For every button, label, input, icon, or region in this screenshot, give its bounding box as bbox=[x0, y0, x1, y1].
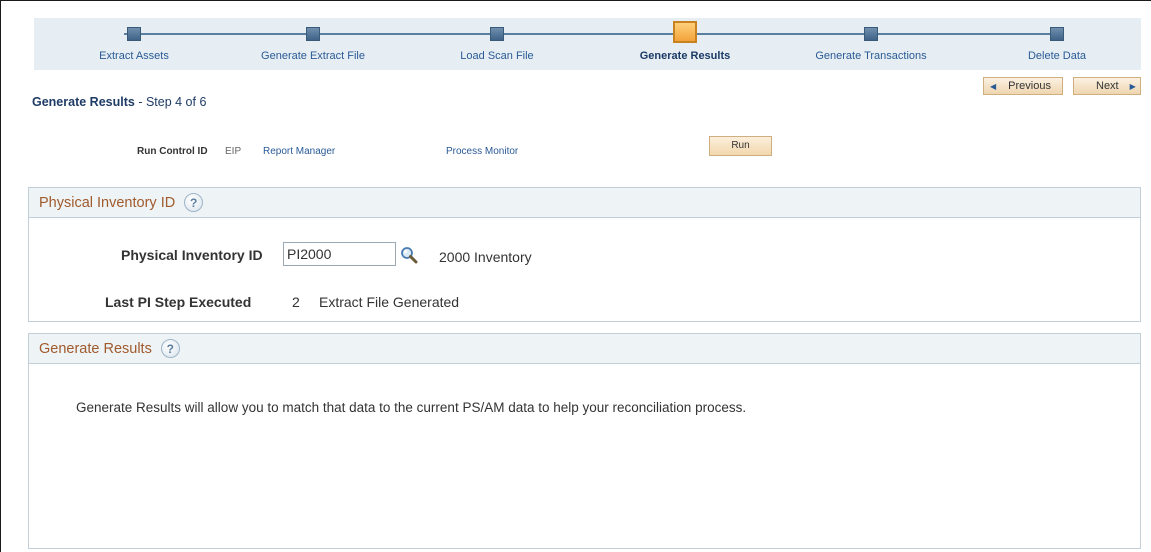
arrow-right-icon: ▶ bbox=[1129, 81, 1136, 91]
group-header: Generate Results ? bbox=[29, 334, 1140, 364]
page-title: Generate Results - Step 4 of 6 bbox=[32, 95, 206, 109]
run-control-label: Run Control ID bbox=[137, 146, 208, 157]
physical-inventory-id-input[interactable] bbox=[283, 242, 396, 266]
last-step-label: Last PI Step Executed bbox=[105, 294, 252, 310]
next-label: Next bbox=[1096, 80, 1119, 92]
page-step-text: - Step 4 of 6 bbox=[138, 95, 207, 109]
step-node-active bbox=[673, 21, 697, 43]
page-title-text: Generate Results bbox=[32, 95, 135, 109]
step-label: Generate Transactions bbox=[815, 50, 927, 62]
arrow-left-icon: ◀ bbox=[990, 81, 997, 91]
step-label: Load Scan File bbox=[460, 50, 534, 62]
run-control-value: EIP bbox=[225, 146, 242, 157]
step-generate-results[interactable]: Generate Results bbox=[595, 18, 775, 70]
step-load-scan-file[interactable]: Load Scan File bbox=[407, 18, 587, 70]
help-icon[interactable]: ? bbox=[160, 339, 180, 358]
step-node bbox=[1050, 27, 1064, 41]
physical-inventory-group: Physical Inventory ID ? Physical Invento… bbox=[28, 187, 1141, 322]
step-node bbox=[306, 27, 320, 41]
run-button[interactable]: Run bbox=[709, 136, 772, 156]
group-header: Physical Inventory ID ? bbox=[29, 188, 1140, 218]
generate-results-group: Generate Results ? Generate Results will… bbox=[28, 333, 1141, 549]
generate-results-description: Generate Results will allow you to match… bbox=[76, 400, 747, 415]
step-node bbox=[864, 27, 878, 41]
group-header-title: Physical Inventory ID bbox=[39, 194, 176, 211]
last-step-description: Extract File Generated bbox=[319, 294, 460, 310]
group-header-title: Generate Results bbox=[39, 340, 152, 357]
physical-inventory-id-label: Physical Inventory ID bbox=[121, 247, 263, 263]
step-node bbox=[127, 27, 141, 41]
physical-inventory-description: 2000 Inventory bbox=[439, 249, 532, 265]
process-monitor-link[interactable]: Process Monitor bbox=[446, 146, 518, 157]
step-label: Delete Data bbox=[1027, 50, 1087, 62]
step-train: Extract Assets Generate Extract File Loa… bbox=[34, 18, 1141, 70]
step-label: Generate Results bbox=[639, 50, 731, 62]
previous-button[interactable]: ◀ Previous bbox=[983, 77, 1063, 95]
step-label: Generate Extract File bbox=[261, 50, 365, 62]
step-generate-extract-file[interactable]: Generate Extract File bbox=[223, 18, 403, 70]
lookup-search-icon[interactable] bbox=[400, 246, 418, 264]
step-delete-data[interactable]: Delete Data bbox=[967, 18, 1147, 70]
step-extract-assets[interactable]: Extract Assets bbox=[44, 18, 224, 70]
report-manager-link[interactable]: Report Manager bbox=[263, 146, 335, 157]
last-step-number: 2 bbox=[292, 294, 300, 310]
step-label: Extract Assets bbox=[99, 50, 169, 62]
previous-label: Previous bbox=[1008, 80, 1051, 92]
step-generate-transactions[interactable]: Generate Transactions bbox=[781, 18, 961, 70]
help-icon[interactable]: ? bbox=[184, 193, 204, 212]
step-node bbox=[490, 27, 504, 41]
next-button[interactable]: Next ▶ bbox=[1073, 77, 1141, 95]
